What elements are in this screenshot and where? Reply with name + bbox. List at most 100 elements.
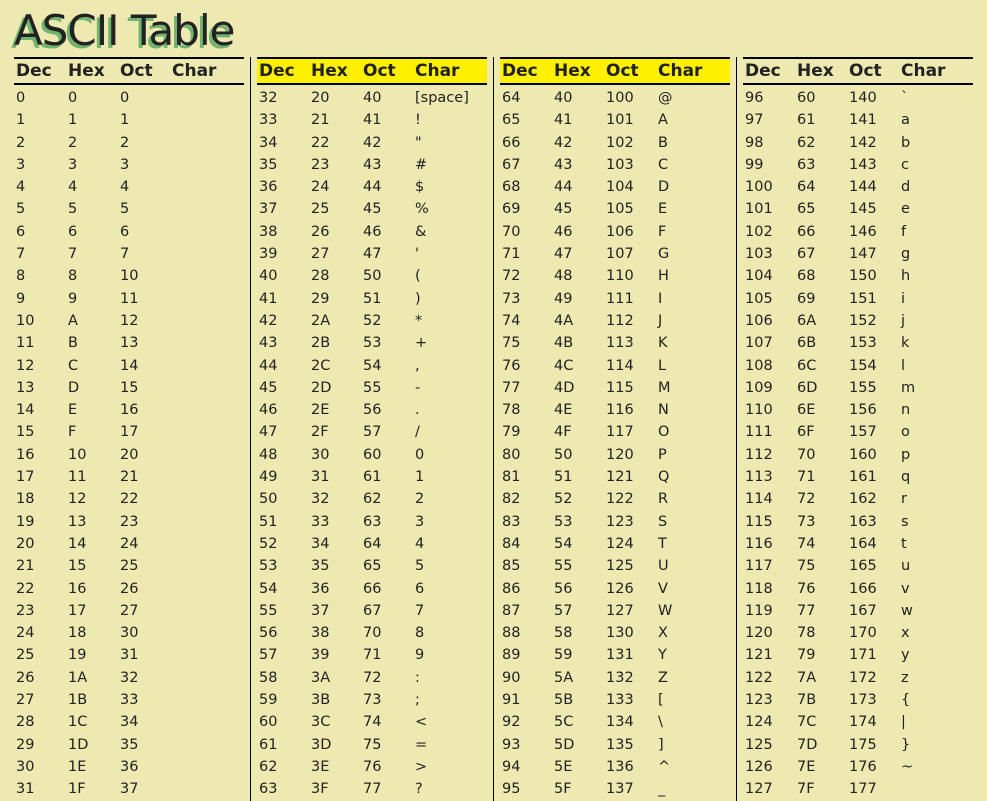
cell-dec: 63 — [257, 778, 309, 800]
cell-hex: 2 — [66, 132, 118, 154]
cell-hex: 26 — [309, 221, 361, 243]
cell-hex: 15 — [66, 555, 118, 577]
cell-char — [170, 332, 244, 354]
cell-hex: F — [66, 421, 118, 443]
table-row: 11775165u — [743, 555, 973, 577]
cell-hex: 1A — [66, 667, 118, 689]
table-row: 555 — [14, 198, 244, 220]
cell-char: j — [899, 310, 973, 332]
cell-char — [170, 488, 244, 510]
table-row: 342242" — [257, 132, 487, 154]
cell-hex: 55 — [552, 555, 604, 577]
table-row: 784E116N — [500, 399, 730, 421]
cell-hex: 59 — [552, 644, 604, 666]
cell-oct: 106 — [604, 221, 656, 243]
cell-oct: 60 — [361, 444, 413, 466]
cell-hex: 49 — [552, 288, 604, 310]
cell-hex: 7A — [795, 667, 847, 689]
table-row: 6642102B — [500, 132, 730, 154]
cell-hex: 5C — [552, 711, 604, 733]
cell-dec: 42 — [257, 310, 309, 332]
cell-oct: 76 — [361, 756, 413, 778]
cell-oct: 15 — [118, 377, 170, 399]
cell-dec: 5 — [14, 198, 66, 220]
cell-hex: 44 — [552, 176, 604, 198]
cell-dec: 90 — [500, 667, 552, 689]
cell-char: 9 — [413, 644, 487, 666]
cell-char: " — [413, 132, 487, 154]
table-row: 12179171y — [743, 644, 973, 666]
table-row: 1237B173{ — [743, 689, 973, 711]
table-row: 1086C154l — [743, 355, 973, 377]
ascii-block-2: DecHexOctChar6440100@6541101A6642102B674… — [493, 57, 736, 801]
cell-hex: 28 — [309, 265, 361, 287]
table-row: 12C14 — [14, 355, 244, 377]
cell-char: ? — [413, 778, 487, 800]
cell-oct: 175 — [847, 734, 899, 756]
cell-oct: 5 — [118, 198, 170, 220]
cell-char: c — [899, 154, 973, 176]
cell-dec: 48 — [257, 444, 309, 466]
cell-hex: 58 — [552, 622, 604, 644]
cell-char — [170, 132, 244, 154]
cell-oct: 50 — [361, 265, 413, 287]
cell-char: d — [899, 176, 973, 198]
table-row: 13D15 — [14, 377, 244, 399]
cell-dec: 76 — [500, 355, 552, 377]
cell-hex: 5E — [552, 756, 604, 778]
cell-char — [170, 600, 244, 622]
cell-oct: 110 — [604, 265, 656, 287]
cell-dec: 34 — [257, 132, 309, 154]
header-hex: Hex — [552, 59, 604, 83]
cell-dec: 122 — [743, 667, 795, 689]
cell-hex: 7 — [66, 243, 118, 265]
table-row: 7147107G — [500, 243, 730, 265]
cell-dec: 59 — [257, 689, 309, 711]
cell-hex: C — [66, 355, 118, 377]
cell-oct: 62 — [361, 488, 413, 510]
cell-oct: 42 — [361, 132, 413, 154]
cell-hex: 10 — [66, 444, 118, 466]
cell-oct: 125 — [604, 555, 656, 577]
cell-dec: 119 — [743, 600, 795, 622]
cell-dec: 31 — [14, 778, 66, 800]
table-row: 452D55- — [257, 377, 487, 399]
cell-dec: 125 — [743, 734, 795, 756]
cell-dec: 6 — [14, 221, 66, 243]
cell-oct: 57 — [361, 421, 413, 443]
cell-hex: 6D — [795, 377, 847, 399]
cell-hex: 35 — [309, 555, 361, 577]
cell-oct: 105 — [604, 198, 656, 220]
cell-hex: 4C — [552, 355, 604, 377]
cell-dec: 83 — [500, 511, 552, 533]
cell-hex: 38 — [309, 622, 361, 644]
cell-char — [170, 622, 244, 644]
cell-hex: 60 — [795, 87, 847, 109]
cell-hex: 30 — [309, 444, 361, 466]
cell-dec: 4 — [14, 176, 66, 198]
cell-oct: 67 — [361, 600, 413, 622]
cell-char: Q — [656, 466, 730, 488]
cell-hex: 6 — [66, 221, 118, 243]
header-char: Char — [656, 59, 730, 83]
table-row: 10064144d — [743, 176, 973, 198]
cell-hex: 74 — [795, 533, 847, 555]
cell-oct: 45 — [361, 198, 413, 220]
cell-char: i — [899, 288, 973, 310]
cell-oct: 41 — [361, 109, 413, 131]
cell-char — [170, 109, 244, 131]
cell-hex: 18 — [66, 622, 118, 644]
cell-oct: 143 — [847, 154, 899, 176]
cell-oct: 134 — [604, 711, 656, 733]
cell-char: 5 — [413, 555, 487, 577]
cell-hex: 2D — [309, 377, 361, 399]
cell-oct: 144 — [847, 176, 899, 198]
cell-dec: 126 — [743, 756, 795, 778]
cell-hex: 5F — [552, 778, 604, 800]
table-row: 955F137_ — [500, 778, 730, 800]
cell-hex: 32 — [309, 488, 361, 510]
page-title: ASCII Table ASCII Table — [0, 0, 987, 57]
cell-dec: 97 — [743, 109, 795, 131]
table-row: 10468150h — [743, 265, 973, 287]
cell-dec: 86 — [500, 578, 552, 600]
